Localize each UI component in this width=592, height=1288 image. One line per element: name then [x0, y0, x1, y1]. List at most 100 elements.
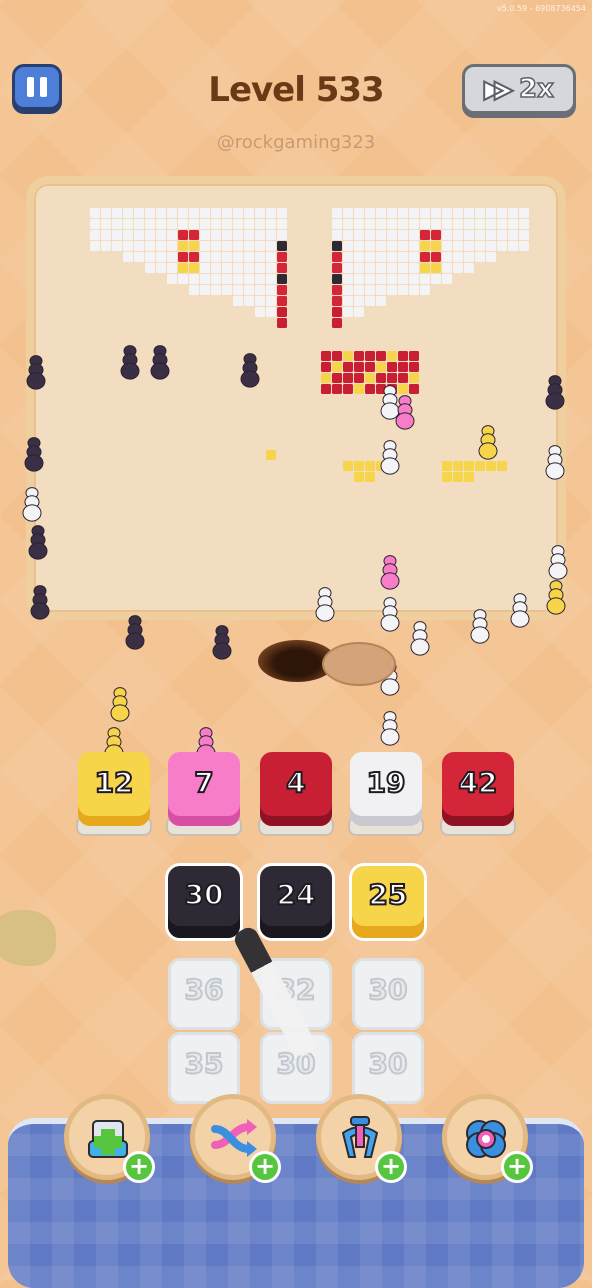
- pixel-block: [178, 274, 188, 284]
- pixel-block: [145, 263, 155, 273]
- booster-hole[interactable]: +: [442, 1094, 533, 1183]
- pixel-block: [134, 208, 144, 218]
- pixel-block: [200, 219, 210, 229]
- pixel-block: [398, 274, 408, 284]
- pixel-block: [376, 241, 386, 251]
- pixel-block: [178, 219, 188, 229]
- pixel-block: [200, 274, 210, 284]
- pixel-block: [244, 252, 254, 262]
- pixel-block: [101, 219, 111, 229]
- pixel-block: [233, 241, 243, 251]
- pixel-block: [453, 472, 463, 482]
- pixel-block: [486, 208, 496, 218]
- pixel-block: [112, 241, 122, 251]
- pixel-block: [134, 241, 144, 251]
- pixel-block: [189, 241, 199, 251]
- slot-count: 7: [193, 765, 214, 800]
- pixel-block: [255, 296, 265, 306]
- booster-magnet[interactable]: +: [316, 1094, 407, 1183]
- tile-count: 35: [184, 1046, 225, 1081]
- pixel-block: [398, 230, 408, 240]
- pixel-block: [277, 307, 287, 317]
- pixel-block: [453, 241, 463, 251]
- pixel-block: [475, 208, 485, 218]
- pixel-block: [409, 241, 419, 251]
- queue-tile-dark[interactable]: 30: [168, 866, 240, 938]
- pixel-block: [519, 219, 529, 229]
- pixel-block: [233, 252, 243, 262]
- pixel-block: [101, 241, 111, 251]
- add-booster-button[interactable]: +: [501, 1151, 533, 1183]
- pixel-block: [343, 263, 353, 273]
- pixel-block: [486, 230, 496, 240]
- pixel-block: [123, 230, 133, 240]
- pixel-block: [343, 307, 353, 317]
- pixel-block: [409, 208, 419, 218]
- pixel-block: [420, 208, 430, 218]
- pixel-block: [387, 274, 397, 284]
- pixel-block: [343, 373, 353, 383]
- pixel-block: [354, 230, 364, 240]
- pixel-block: [145, 241, 155, 251]
- pixel-block: [486, 219, 496, 229]
- pixel-block: [420, 263, 430, 273]
- pixel-block: [178, 241, 188, 251]
- pixel-block: [266, 230, 276, 240]
- pixel-block: [277, 208, 287, 218]
- pixel-block: [442, 208, 452, 218]
- booster-add-slot[interactable]: +: [64, 1094, 155, 1183]
- pixel-block: [189, 252, 199, 262]
- pixel-block: [233, 263, 243, 273]
- pixel-block: [233, 219, 243, 229]
- pixel-block: [420, 274, 430, 284]
- pixel-block: [266, 252, 276, 262]
- pixel-block: [464, 472, 474, 482]
- pixel-block: [277, 219, 287, 229]
- pixel-block: [343, 461, 353, 471]
- pixel-block: [420, 241, 430, 251]
- pixel-block: [189, 285, 199, 295]
- pixel-block: [266, 296, 276, 306]
- pixel-block: [343, 285, 353, 295]
- speed-button[interactable]: ▶▶ 2x: [462, 64, 576, 114]
- queue-tile-dark[interactable]: 24: [260, 866, 332, 938]
- pixel-block: [398, 241, 408, 251]
- pixel-block: [222, 274, 232, 284]
- pixel-block: [409, 263, 419, 273]
- pixel-block: [453, 219, 463, 229]
- pixel-block: [90, 230, 100, 240]
- add-booster-button[interactable]: +: [375, 1151, 407, 1183]
- pixel-block: [420, 252, 430, 262]
- add-booster-button[interactable]: +: [249, 1151, 281, 1183]
- pixel-block: [519, 241, 529, 251]
- pixel-block: [167, 241, 177, 251]
- queue-tile-yellow[interactable]: 25: [352, 866, 424, 938]
- pixel-block: [167, 208, 177, 218]
- tile-count: 30: [184, 877, 225, 912]
- pixel-block: [442, 252, 452, 262]
- pixel-block: [189, 274, 199, 284]
- pixel-block: [376, 384, 386, 394]
- pixel-block: [376, 230, 386, 240]
- pixel-block: [431, 274, 441, 284]
- pixel-block: [409, 362, 419, 372]
- pixel-block: [475, 219, 485, 229]
- pixel-block: [233, 285, 243, 295]
- pixel-block: [343, 274, 353, 284]
- pixel-block: [376, 274, 386, 284]
- booster-shuffle[interactable]: +: [190, 1094, 281, 1183]
- pixel-block: [167, 252, 177, 262]
- color-slot-white: 19: [350, 752, 422, 826]
- pixel-block: [409, 219, 419, 229]
- pixel-block: [222, 285, 232, 295]
- pixel-block: [222, 252, 232, 262]
- pixel-block: [343, 351, 353, 361]
- pixel-block: [332, 296, 342, 306]
- pixel-block: [442, 274, 452, 284]
- pixel-block: [178, 230, 188, 240]
- pixel-block: [332, 274, 342, 284]
- pixel-block: [376, 362, 386, 372]
- version-label: v5.0.59 - 6908736454: [496, 4, 586, 13]
- pixel-block: [409, 373, 419, 383]
- add-booster-button[interactable]: +: [123, 1151, 155, 1183]
